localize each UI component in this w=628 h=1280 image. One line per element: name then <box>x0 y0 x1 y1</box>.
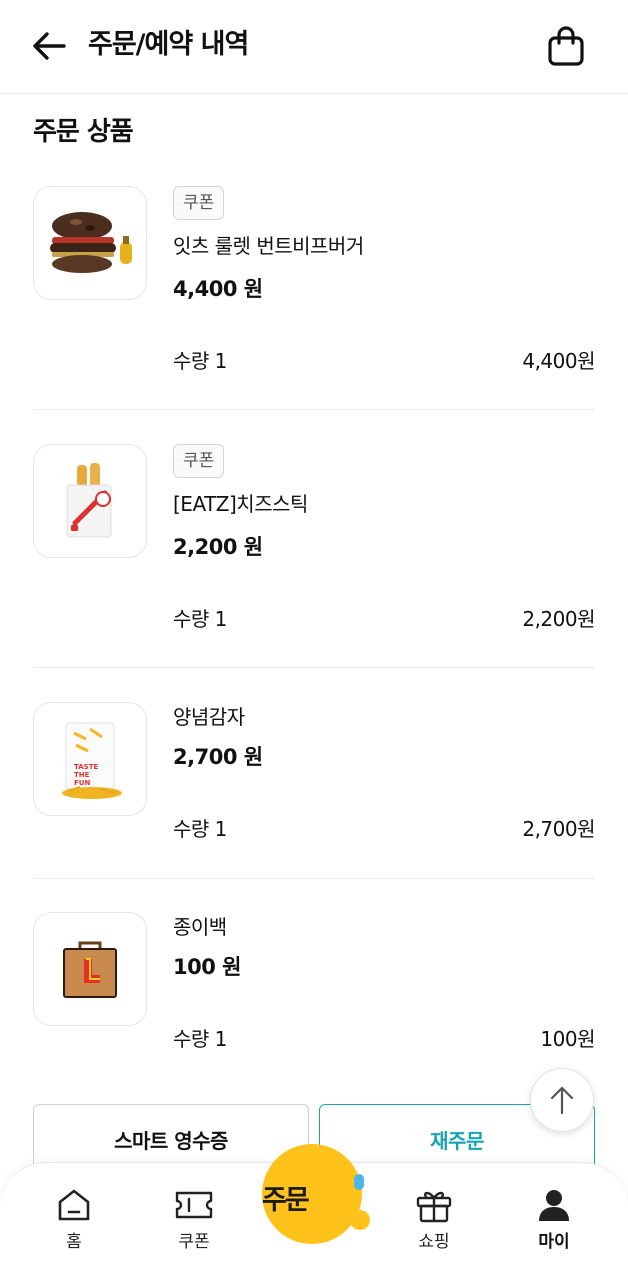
divider <box>33 667 595 668</box>
svg-text:THE: THE <box>74 771 90 779</box>
cheese-stick-image <box>66 463 112 538</box>
order-item: 쿠폰 [EATZ]치즈스틱 2,200 원 수량 1 2,200원 <box>33 444 595 654</box>
product-price: 2,700 원 <box>173 745 263 769</box>
order-item: TASTE THE FUN 양념감자 2,700 원 수량 1 2,700원 <box>33 702 595 862</box>
order-mascot-tail <box>350 1210 370 1230</box>
divider <box>33 878 595 879</box>
line-total: 2,200원 <box>522 607 595 631</box>
tab-my[interactable]: 마이 <box>514 1185 594 1261</box>
tab-shopping[interactable]: 쇼핑 <box>394 1185 474 1261</box>
page-title: 주문/예약 내역 <box>88 29 249 60</box>
order-mascot-eye <box>354 1174 364 1190</box>
quantity-label: 수량 1 <box>173 349 227 373</box>
product-name: 잇츠 룰렛 번트비프버거 <box>173 234 364 258</box>
section-title: 주문 상품 <box>33 117 134 147</box>
product-image-burger[interactable] <box>33 186 147 300</box>
shopping-bag-icon <box>548 26 584 66</box>
arrow-up-icon <box>550 1086 574 1115</box>
order-button-label: 주문 <box>262 1185 310 1216</box>
back-button[interactable] <box>28 26 70 66</box>
quantity-label: 수량 1 <box>173 1027 227 1051</box>
product-price: 100 원 <box>173 955 241 979</box>
fries-image: TASTE THE FUN <box>62 722 122 799</box>
product-name: [EATZ]치즈스틱 <box>173 492 308 516</box>
product-price: 4,400 원 <box>173 277 263 301</box>
coupon-badge: 쿠폰 <box>173 444 225 478</box>
order-item: 쿠폰 잇츠 룰렛 번트비프버거 4,400 원 수량 1 4,400원 <box>33 186 595 396</box>
tab-shopping-label: 쇼핑 <box>418 1232 450 1252</box>
tab-home-label: 홈 <box>66 1232 82 1252</box>
home-icon <box>58 1189 90 1221</box>
quantity-label: 수량 1 <box>173 817 227 841</box>
line-total: 100원 <box>540 1027 595 1051</box>
product-image-paper-bag[interactable] <box>33 912 147 1026</box>
user-icon <box>539 1190 569 1221</box>
coupon-badge: 쿠폰 <box>173 186 225 220</box>
svg-text:TASTE: TASTE <box>74 763 98 771</box>
line-total: 4,400원 <box>522 349 595 373</box>
scroll-to-top-button[interactable] <box>530 1068 594 1132</box>
line-total: 2,700원 <box>522 817 595 841</box>
product-image-cheese-stick[interactable] <box>33 444 147 558</box>
svg-text:FUN: FUN <box>74 779 90 787</box>
cart-button[interactable] <box>544 24 588 68</box>
tab-home[interactable]: 홈 <box>34 1185 114 1261</box>
divider <box>33 409 595 410</box>
product-name: 양념감자 <box>173 705 245 729</box>
gift-icon <box>416 1191 452 1223</box>
product-price: 2,200 원 <box>173 535 263 559</box>
arrow-left-icon <box>33 32 66 60</box>
order-item: 종이백 100 원 수량 1 100원 <box>33 912 595 1072</box>
tab-coupon[interactable]: 쿠폰 <box>154 1185 234 1261</box>
app-header: 주문/예약 내역 <box>0 0 628 94</box>
quantity-label: 수량 1 <box>173 607 227 631</box>
tab-my-label: 마이 <box>538 1232 570 1252</box>
burger-image <box>50 212 132 273</box>
order-button[interactable]: 주문 <box>262 1140 370 1246</box>
paper-bag-image <box>63 941 117 998</box>
tab-coupon-label: 쿠폰 <box>178 1232 210 1252</box>
product-image-fries[interactable]: TASTE THE FUN <box>33 702 147 816</box>
product-name: 종이백 <box>173 915 227 939</box>
coupon-icon <box>175 1191 213 1219</box>
